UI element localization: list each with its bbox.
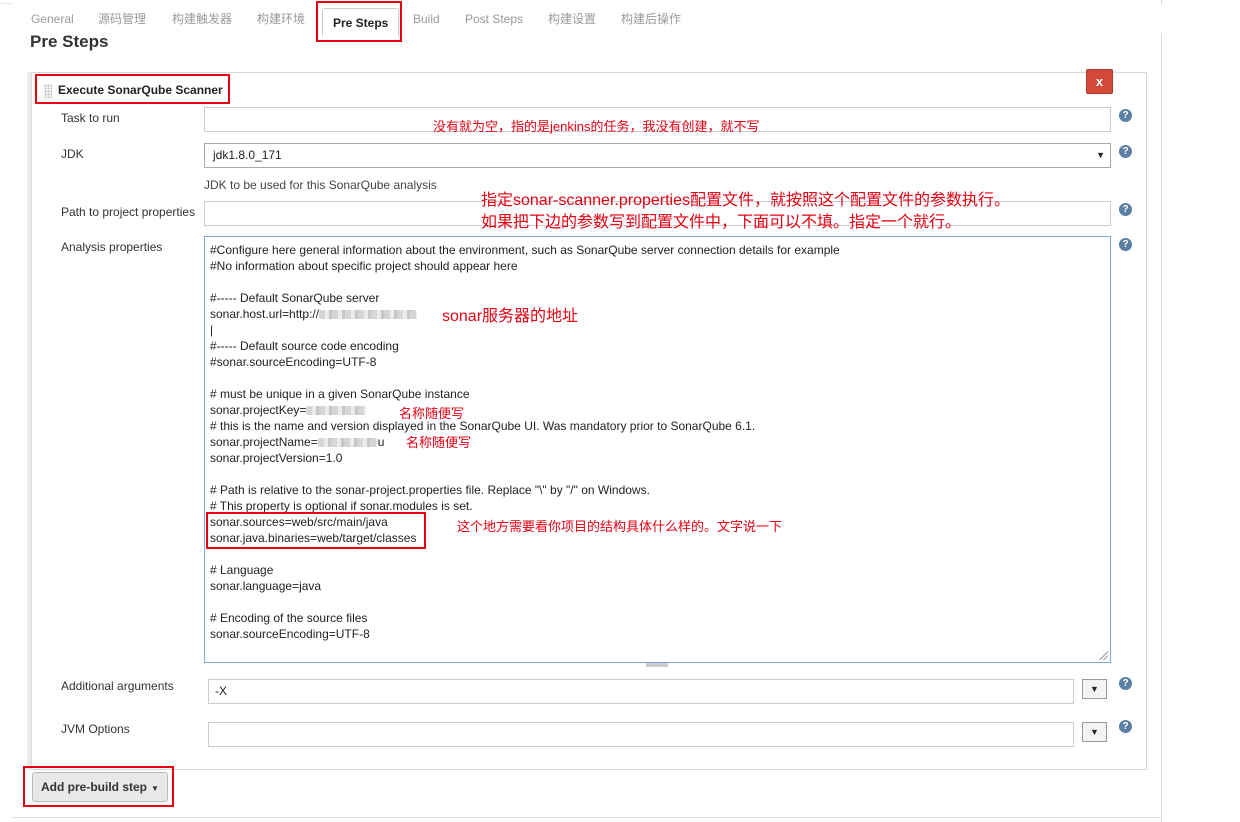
properties-line bbox=[210, 466, 1110, 482]
annotation-sonar-url-note: sonar服务器的地址 bbox=[442, 308, 579, 325]
question-circle-icon[interactable]: ? bbox=[1119, 145, 1132, 158]
question-circle-icon[interactable]: ? bbox=[1119, 109, 1132, 122]
bottom-rule bbox=[12, 817, 1162, 818]
delete-step-button[interactable]: x bbox=[1086, 69, 1113, 94]
right-gutter bbox=[1162, 0, 1240, 822]
properties-line: #----- Default SonarQube server bbox=[210, 291, 380, 305]
tab-post-steps[interactable]: Post Steps bbox=[465, 4, 523, 34]
properties-line: # this is the name and version displayed… bbox=[210, 419, 756, 433]
tab-post-build-actions[interactable]: 构建后操作 bbox=[621, 4, 681, 34]
caret-down-icon[interactable]: ▼ bbox=[1082, 722, 1107, 742]
additional-arguments-input[interactable]: -X bbox=[208, 679, 1074, 704]
highlight-add-step-button bbox=[23, 766, 174, 807]
tab-build[interactable]: Build bbox=[413, 4, 440, 34]
jdk-label: JDK bbox=[61, 147, 84, 161]
properties-line: #sonar.sourceEncoding=UTF-8 bbox=[210, 355, 377, 369]
tab-source-control[interactable]: 源码管理 bbox=[98, 4, 146, 34]
annotation-properties-note-1: 指定sonar-scanner.properties配置文件，就按照这个配置文件… bbox=[481, 192, 1010, 209]
textarea-expand-handle[interactable] bbox=[646, 663, 668, 667]
jvm-options-input[interactable] bbox=[208, 722, 1074, 747]
properties-line-cursor: | bbox=[210, 323, 214, 337]
redacted-host bbox=[319, 310, 418, 320]
properties-line: # Language bbox=[210, 563, 274, 577]
properties-line: sonar.language=java bbox=[210, 579, 322, 593]
analysis-properties-label: Analysis properties bbox=[61, 240, 163, 254]
annotation-project-key-note: 名称随便写 bbox=[399, 406, 465, 421]
highlight-step-title bbox=[35, 74, 230, 104]
project-key-key: sonar.projectKey= bbox=[210, 403, 307, 417]
tab-build-triggers[interactable]: 构建触发器 bbox=[172, 4, 232, 34]
question-circle-icon[interactable]: ? bbox=[1119, 677, 1132, 690]
jdk-selected-value: jdk1.8.0_171 bbox=[213, 148, 282, 162]
properties-line: # Encoding of the source files bbox=[210, 611, 368, 625]
jdk-select[interactable]: jdk1.8.0_171 ▼ bbox=[204, 143, 1111, 168]
project-name-key: sonar.projectName= bbox=[210, 435, 318, 449]
jvm-options-label: JVM Options bbox=[61, 722, 130, 736]
redacted-project-name bbox=[317, 438, 378, 448]
properties-line: #No information about specific project s… bbox=[210, 259, 518, 273]
host-url-key: sonar.host.url=http:// bbox=[210, 307, 320, 321]
question-circle-icon[interactable]: ? bbox=[1119, 203, 1132, 216]
section-title: Pre Steps bbox=[30, 32, 109, 51]
annotation-properties-note-2: 如果把下边的参数写到配置文件中，下面可以不填。指定一个就行。 bbox=[481, 214, 962, 231]
redacted-project-key bbox=[306, 406, 367, 416]
highlight-pre-steps-tab bbox=[316, 1, 402, 42]
properties-line: #Configure here general information abou… bbox=[210, 243, 840, 257]
caret-down-icon: ▼ bbox=[1096, 150, 1105, 160]
properties-line: # Path is relative to the sonar-project.… bbox=[210, 483, 650, 497]
question-circle-icon[interactable]: ? bbox=[1119, 720, 1132, 733]
question-circle-icon[interactable]: ? bbox=[1119, 238, 1132, 251]
analysis-properties-textarea[interactable]: #Configure here general information abou… bbox=[204, 236, 1111, 663]
properties-line: sonar.sourceEncoding=UTF-8 bbox=[210, 627, 370, 641]
jdk-hint: JDK to be used for this SonarQube analys… bbox=[204, 178, 437, 192]
textarea-resize-handle[interactable] bbox=[1098, 650, 1108, 660]
tab-build-settings[interactable]: 构建设置 bbox=[548, 4, 596, 34]
annotation-task-note: 没有就为空，指的是jenkins的任务，我没有创建，就不写 bbox=[433, 119, 760, 134]
annotation-project-name-note: 名称随便写 bbox=[406, 435, 472, 450]
caret-down-icon[interactable]: ▼ bbox=[1082, 679, 1107, 699]
properties-line-project-name: sonar.projectName= u bbox=[210, 434, 1110, 450]
properties-line: #----- Default source code encoding bbox=[210, 339, 399, 353]
task-to-run-label: Task to run bbox=[61, 111, 120, 125]
properties-line: # must be unique in a given SonarQube in… bbox=[210, 387, 470, 401]
annotation-sources-note: 这个地方需要看你项目的结构具体什么样的。文字说一下 bbox=[457, 519, 783, 534]
properties-line-project-key: sonar.projectKey= bbox=[210, 402, 1110, 418]
step-left-bar bbox=[27, 72, 32, 770]
highlight-sources-lines bbox=[206, 512, 426, 549]
config-tabs: General 源码管理 构建触发器 构建环境 Pre Steps Build … bbox=[12, 4, 1162, 36]
additional-arguments-label: Additional arguments bbox=[61, 679, 174, 693]
properties-line bbox=[210, 274, 1110, 290]
tab-general[interactable]: General bbox=[31, 4, 74, 34]
project-name-suffix: u bbox=[377, 435, 385, 449]
path-to-project-properties-label: Path to project properties bbox=[61, 205, 196, 219]
properties-line: sonar.projectVersion=1.0 bbox=[210, 451, 343, 465]
properties-line bbox=[210, 594, 1110, 610]
properties-line-host-url: sonar.host.url=http:// bbox=[210, 306, 1110, 322]
tab-build-environment[interactable]: 构建环境 bbox=[257, 4, 305, 34]
properties-line bbox=[210, 370, 1110, 386]
